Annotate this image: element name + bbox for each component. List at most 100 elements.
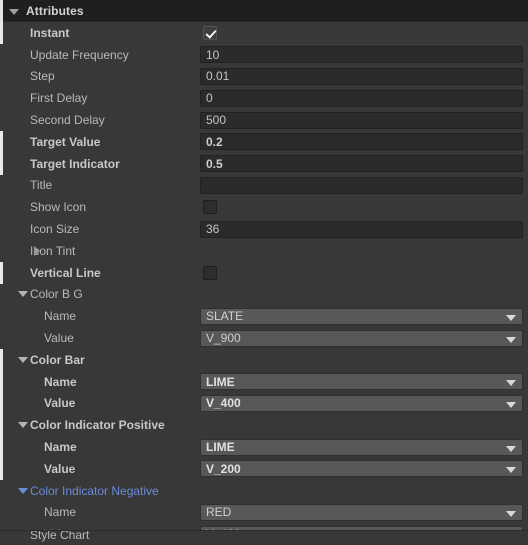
field-wrapper: V_200 bbox=[200, 460, 523, 478]
override-bar bbox=[0, 436, 3, 458]
clipped-row[interactable]: Style Chart bbox=[0, 531, 528, 545]
property-label: Target Indicator bbox=[30, 156, 120, 171]
property-label: First Delay bbox=[30, 91, 88, 106]
text-input[interactable]: 0.01 bbox=[200, 67, 523, 85]
field-wrapper: 0 bbox=[200, 89, 523, 107]
property-row[interactable]: Value V_400 bbox=[0, 392, 528, 415]
field-wrapper: V_400 bbox=[200, 394, 523, 412]
property-row[interactable]: Icon Tint bbox=[0, 240, 528, 262]
chevron-down-icon bbox=[506, 336, 516, 343]
chevron-down-icon bbox=[506, 314, 516, 321]
field-wrapper: 500 bbox=[200, 111, 523, 129]
property-label: Second Delay bbox=[30, 113, 105, 128]
property-label: Update Frequency bbox=[30, 47, 129, 62]
property-row[interactable]: Instant bbox=[0, 22, 528, 44]
page-title: Attributes bbox=[26, 3, 84, 18]
override-bar bbox=[0, 392, 3, 415]
inspector-panel: Attributes Instant Update Frequency 10 Step… bbox=[0, 0, 528, 545]
property-row[interactable]: Second Delay 500 bbox=[0, 109, 528, 131]
header-override-bar bbox=[0, 0, 3, 22]
property-row[interactable]: Color Bar bbox=[0, 348, 528, 371]
checkbox-toggle[interactable] bbox=[203, 25, 217, 40]
property-label: Name bbox=[44, 505, 77, 520]
override-bar bbox=[0, 414, 3, 437]
property-row[interactable]: Name SLATE bbox=[0, 305, 528, 327]
dropdown-select[interactable]: SLATE bbox=[200, 307, 523, 325]
property-row[interactable]: Color Indicator Positive bbox=[0, 414, 528, 437]
attributes-header[interactable]: Attributes bbox=[0, 0, 528, 22]
property-label: Target Value bbox=[30, 134, 101, 149]
property-label: Value bbox=[44, 331, 74, 346]
property-row[interactable]: Value V_200 bbox=[0, 457, 528, 480]
chevron-down-icon bbox=[506, 467, 516, 474]
property-label: Vertical Line bbox=[30, 265, 101, 280]
property-row[interactable]: Show Icon bbox=[0, 196, 528, 218]
property-row[interactable]: Value V_900 bbox=[0, 327, 528, 349]
triangle-down-icon[interactable] bbox=[16, 287, 30, 301]
property-label: Name bbox=[44, 440, 77, 455]
field-wrapper bbox=[200, 176, 523, 194]
field-wrapper: V_900 bbox=[200, 329, 523, 347]
override-bar bbox=[0, 348, 3, 371]
field-wrapper: LIME bbox=[200, 373, 523, 391]
property-rows: Instant Update Frequency 10 Step 0.01 First D… bbox=[0, 22, 528, 545]
text-input[interactable]: 0.2 bbox=[200, 133, 523, 151]
dropdown-select[interactable]: V_200 bbox=[200, 460, 523, 478]
property-label: Title bbox=[30, 178, 53, 193]
dropdown-select[interactable]: V_400 bbox=[200, 394, 523, 412]
property-row[interactable]: Target Value 0.2 bbox=[0, 130, 528, 153]
override-bar bbox=[0, 370, 3, 393]
override-bar bbox=[0, 22, 3, 44]
override-bar bbox=[0, 261, 3, 284]
property-row[interactable]: Color B G bbox=[0, 284, 528, 306]
field-wrapper: LIME bbox=[200, 438, 523, 456]
property-row[interactable]: First Delay 0 bbox=[0, 87, 528, 109]
property-label: Name bbox=[44, 309, 77, 324]
text-input[interactable]: 0 bbox=[200, 89, 523, 107]
dropdown-select[interactable]: LIME bbox=[200, 438, 523, 456]
field-wrapper: 0.01 bbox=[200, 67, 523, 85]
clipped-row-label: Style Chart bbox=[30, 531, 90, 542]
property-label: Color B G bbox=[30, 287, 83, 302]
text-input[interactable]: 500 bbox=[200, 111, 523, 129]
property-label: Value bbox=[44, 396, 76, 411]
chevron-down-icon bbox=[506, 401, 516, 408]
text-input[interactable]: 36 bbox=[200, 220, 523, 238]
chevron-down-icon bbox=[506, 445, 516, 452]
property-label: Step bbox=[30, 69, 55, 84]
dropdown-select[interactable]: LIME bbox=[200, 373, 523, 391]
triangle-down-icon[interactable] bbox=[9, 9, 19, 15]
triangle-down-icon[interactable] bbox=[16, 484, 30, 498]
override-bar bbox=[0, 152, 3, 175]
override-bar bbox=[0, 130, 3, 153]
property-row[interactable]: Color Indicator Negative bbox=[0, 480, 528, 502]
property-row[interactable]: Icon Size 36 bbox=[0, 218, 528, 240]
property-row[interactable]: Step 0.01 bbox=[0, 66, 528, 88]
property-row[interactable]: Vertical Line bbox=[0, 261, 528, 284]
checkbox-toggle[interactable] bbox=[203, 200, 217, 215]
property-row[interactable]: Title bbox=[0, 175, 528, 197]
text-input[interactable]: 0.5 bbox=[200, 155, 523, 173]
property-row[interactable]: Name LIME bbox=[0, 436, 528, 458]
property-row[interactable]: Name LIME bbox=[0, 370, 528, 393]
text-input[interactable]: 10 bbox=[200, 46, 523, 64]
dropdown-select[interactable]: RED bbox=[200, 503, 523, 521]
property-row[interactable]: Name RED bbox=[0, 502, 528, 524]
property-label: Name bbox=[44, 374, 77, 389]
triangle-right-icon[interactable] bbox=[30, 244, 44, 258]
property-row[interactable]: Target Indicator 0.5 bbox=[0, 152, 528, 175]
field-wrapper: 0.2 bbox=[200, 133, 523, 151]
chevron-down-icon bbox=[506, 380, 516, 387]
property-label: Value bbox=[44, 461, 76, 476]
field-wrapper: 36 bbox=[200, 220, 523, 238]
chevron-down-icon bbox=[506, 510, 516, 517]
field-wrapper: RED bbox=[200, 503, 523, 521]
property-label: Color Bar bbox=[30, 352, 85, 367]
triangle-down-icon[interactable] bbox=[16, 353, 30, 367]
property-label: Icon Size bbox=[30, 222, 80, 237]
text-input[interactable] bbox=[200, 176, 523, 194]
checkbox-toggle[interactable] bbox=[203, 265, 217, 280]
property-row[interactable]: Update Frequency 10 bbox=[0, 44, 528, 66]
dropdown-select[interactable]: V_900 bbox=[200, 329, 523, 347]
triangle-down-icon[interactable] bbox=[16, 418, 30, 432]
